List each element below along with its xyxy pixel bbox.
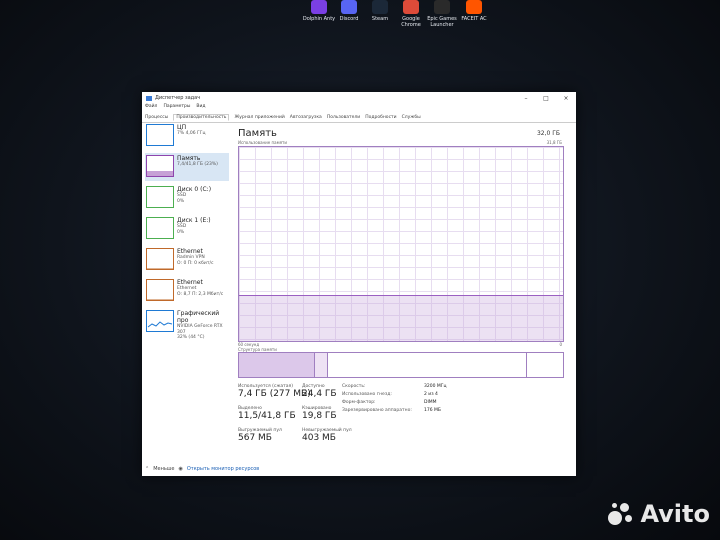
sidebar-item[interactable]: Ethernet Ethernet О: 8,7 П: 2,3 Мбит/с xyxy=(145,277,229,305)
sidebar-line1: 7,4/41,8 ГБ (23%) xyxy=(177,162,218,167)
sidebar-item[interactable]: Память 7,4/41,8 ГБ (23%) xyxy=(145,153,229,181)
sidebar-line2: 32% (44 °C) xyxy=(177,335,205,340)
sidebar-line1: NVIDIA GeForce RTX 307 xyxy=(177,324,223,335)
sidebar-item[interactable]: Ethernet Radmin VPN О: 0 П: 0 кбит/с xyxy=(145,246,229,274)
composition-in-use xyxy=(239,353,315,377)
tab[interactable]: Журнал приложений xyxy=(234,115,284,120)
sidebar-thumbnail xyxy=(146,279,174,301)
sidebar-item[interactable]: Диск 0 (C:) SSD 0% xyxy=(145,184,229,212)
stat-nonpaged-pool: Невыгружаемый пул 403 МБ xyxy=(302,428,352,443)
minimize-button[interactable]: – xyxy=(516,95,536,102)
app-icon xyxy=(403,0,419,14)
detail-row: Скорость: 3200 МГц xyxy=(342,384,447,389)
sidebar-line2: 0% xyxy=(177,198,185,204)
time-end: 0 xyxy=(559,342,562,347)
memory-total: 32,0 ГБ xyxy=(536,130,560,137)
detail-row: Использовано гнезд: 2 из 4 xyxy=(342,392,438,397)
sidebar-thumbnail xyxy=(146,186,174,208)
composition-standby xyxy=(328,353,528,377)
app-icon xyxy=(311,0,327,14)
sidebar-thumbnail xyxy=(146,310,174,332)
stat-paged-pool: Выгружаемый пул 567 МБ xyxy=(238,428,282,443)
menu-item[interactable]: Параметры xyxy=(163,104,190,112)
tab[interactable]: Подробности xyxy=(365,115,396,120)
tab[interactable]: Автозагрузка xyxy=(290,115,322,120)
tab[interactable]: Процессы xyxy=(145,115,168,120)
menu-bar: Файл Параметры Вид xyxy=(142,104,576,112)
resource-monitor-icon: ◉ xyxy=(178,466,183,472)
maximize-button[interactable]: □ xyxy=(536,95,556,102)
sidebar-thumbnail xyxy=(146,248,174,270)
stat-available: Доступно 24,4 ГБ xyxy=(302,384,337,399)
avito-logo-icon xyxy=(608,501,634,527)
sidebar-thumbnail xyxy=(146,155,174,177)
detail-row: Форм-фактор: DIMM xyxy=(342,400,437,405)
sidebar-item[interactable]: Графический про NVIDIA GeForce RTX 307 32%… xyxy=(145,308,229,340)
less-button[interactable]: Меньше xyxy=(153,466,174,472)
sidebar-thumbnail xyxy=(146,124,174,146)
desktop-icon-5[interactable]: FACEIT AC xyxy=(455,0,493,22)
sidebar-line2: О: 0 П: 0 кбит/с xyxy=(177,260,214,266)
tab[interactable]: Производительность xyxy=(173,113,230,121)
sidebar-title: Диск 1 (E:) xyxy=(177,217,211,224)
footer: ⌃ Меньше ◉ Открыть монитор ресурсов xyxy=(145,466,259,472)
menu-item[interactable]: Файл xyxy=(145,104,157,112)
close-button[interactable]: × xyxy=(556,95,576,102)
collapse-icon[interactable]: ⌃ xyxy=(145,466,149,472)
memory-used-fill xyxy=(239,295,563,341)
open-resource-monitor-link[interactable]: Открыть монитор ресурсов xyxy=(187,466,259,472)
sidebar-title: ЦП xyxy=(177,124,187,131)
composition-free xyxy=(527,353,563,377)
stat-in-use: Используется (сжатая) 7,4 ГБ (277 МБ) xyxy=(238,384,311,399)
memory-details: Скорость: 3200 МГц Использовано гнезд: 2 из… xyxy=(342,384,452,416)
composition-modified xyxy=(314,353,329,377)
app-icon xyxy=(434,0,450,14)
detail-row: Зарезервировано аппаратно: 176 МБ xyxy=(342,408,441,413)
sidebar-title: Диск 0 (C:) xyxy=(177,186,212,193)
desktop-icon-label: FACEIT AC xyxy=(461,16,487,22)
avito-watermark: Avito xyxy=(608,500,710,528)
stat-committed: Выделено 11,5/41,8 ГБ xyxy=(238,406,296,421)
performance-sidebar: ЦП 7% 4,06 ГГц Память 7,4/41,8 ГБ (23%) Диск… xyxy=(145,122,229,460)
sidebar-title: Графический про xyxy=(177,310,220,324)
memory-panel: Память 32,0 ГБ Использование памяти 31,8… xyxy=(238,128,564,464)
sidebar-title: Память xyxy=(177,155,201,162)
sidebar-title: Ethernet xyxy=(177,279,203,286)
tab[interactable]: Службы xyxy=(402,115,421,120)
sidebar-thumbnail xyxy=(146,217,174,239)
sidebar-line2: О: 8,7 П: 2,3 Мбит/с xyxy=(177,291,224,297)
window-title: Диспетчер задач xyxy=(155,95,201,101)
avito-text: Avito xyxy=(640,500,710,528)
graph-max: 31,8 ГБ xyxy=(546,140,562,145)
graph-caption: Использование памяти xyxy=(238,140,287,145)
app-icon xyxy=(372,0,388,14)
sidebar-title: Ethernet xyxy=(177,248,203,255)
task-manager-window: Диспетчер задач – □ × Файл Параметры Вид П… xyxy=(142,92,576,476)
task-manager-icon xyxy=(146,95,152,101)
memory-usage-graph xyxy=(238,146,564,342)
app-icon xyxy=(466,0,482,14)
sidebar-line2: 0% xyxy=(177,229,185,235)
title-bar: Диспетчер задач – □ × xyxy=(142,92,576,104)
memory-composition-bar xyxy=(238,352,564,378)
sidebar-line1: 7% 4,06 ГГц xyxy=(177,131,206,136)
stat-cached: Кэшировано 19,8 ГБ xyxy=(302,406,337,421)
tab[interactable]: Пользователи xyxy=(327,115,360,120)
sidebar-item[interactable]: ЦП 7% 4,06 ГГц xyxy=(145,122,229,150)
menu-item[interactable]: Вид xyxy=(196,104,205,112)
page-title: Память xyxy=(238,128,277,139)
sidebar-item[interactable]: Диск 1 (E:) SSD 0% xyxy=(145,215,229,243)
app-icon xyxy=(341,0,357,14)
